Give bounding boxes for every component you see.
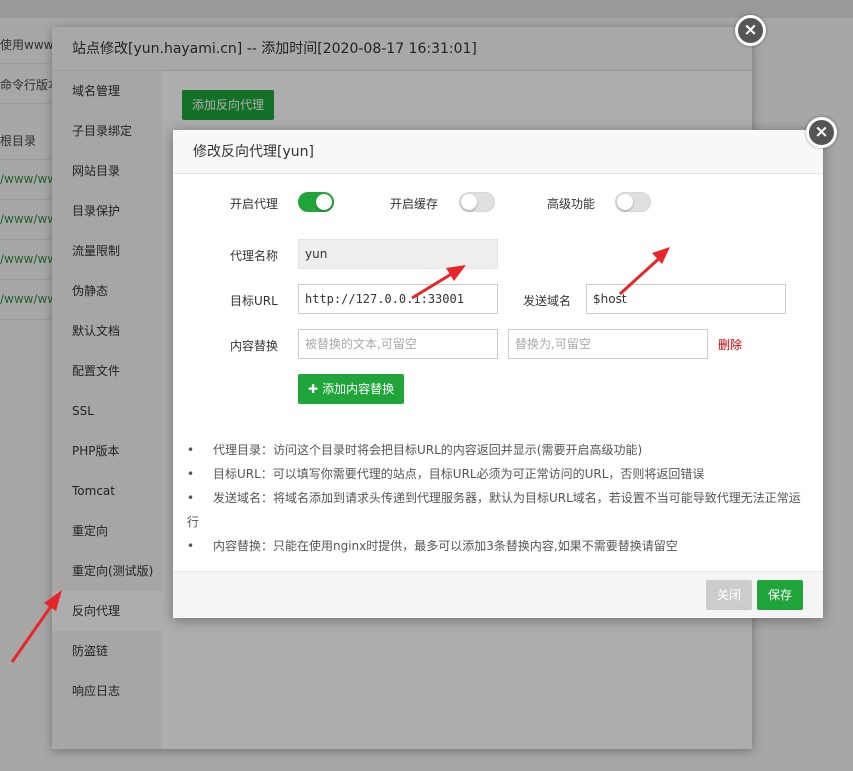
close-button[interactable]: 关闭 xyxy=(706,580,752,610)
target-url-label: 目标URL xyxy=(230,294,278,308)
enable-cache-label: 开启缓存 xyxy=(390,197,439,211)
plus-icon: ✚ xyxy=(308,382,319,396)
delete-replace-link[interactable]: 删除 xyxy=(718,336,742,353)
enable-cache-toggle[interactable] xyxy=(459,192,495,212)
advanced-toggle[interactable] xyxy=(615,192,651,212)
help-note: • 代理目录：访问这个目录时将会把目标URL的内容返回并显示(需要开启高级功能) xyxy=(187,443,643,457)
proxy-name-field: yun xyxy=(298,239,498,269)
close-icon: × xyxy=(743,20,758,40)
outer-close-button[interactable]: × xyxy=(735,15,766,46)
inner-close-button[interactable]: × xyxy=(806,117,837,148)
replace-to-input[interactable]: 替换为,可留空 xyxy=(508,329,708,359)
advanced-label: 高级功能 xyxy=(547,197,596,211)
save-button[interactable]: 保存 xyxy=(757,580,803,610)
edit-reverse-proxy-dialog: 修改反向代理[yun] 开启代理 开启缓存 高级功能 代理名称 yun 目标UR… xyxy=(173,130,823,618)
content-replace-label: 内容替换 xyxy=(230,339,279,353)
send-domain-input[interactable]: $host xyxy=(586,284,786,314)
send-domain-label: 发送域名 xyxy=(523,294,572,308)
help-note: • 内容替换：只能在使用nginx时提供，最多可以添加3条替换内容,如果不需要替换… xyxy=(187,539,678,553)
edit-proxy-dialog-title: 修改反向代理[yun] xyxy=(173,130,823,174)
help-note: • 目标URL：可以填写你需要代理的站点，目标URL必须为可正常访问的URL，否则… xyxy=(187,467,705,481)
proxy-name-label: 代理名称 xyxy=(230,249,279,263)
help-note: • 发送域名：将域名添加到请求头传递到代理服务器，默认为目标URL域名，若设置不当… xyxy=(187,491,801,529)
dialog-footer: 关闭 保存 xyxy=(173,571,823,618)
add-content-replace-button[interactable]: ✚ 添加内容替换 xyxy=(298,374,405,404)
enable-proxy-toggle[interactable] xyxy=(298,192,334,212)
target-url-input[interactable]: http://127.0.0.1:33001 xyxy=(298,284,498,314)
close-icon: × xyxy=(814,122,829,142)
replace-from-input[interactable]: 被替换的文本,可留空 xyxy=(298,329,498,359)
add-content-replace-label: 添加内容替换 xyxy=(322,382,395,396)
enable-proxy-label: 开启代理 xyxy=(230,197,279,211)
help-notes: • 代理目录：访问这个目录时将会把目标URL的内容返回并显示(需要开启高级功能) … xyxy=(187,438,807,558)
